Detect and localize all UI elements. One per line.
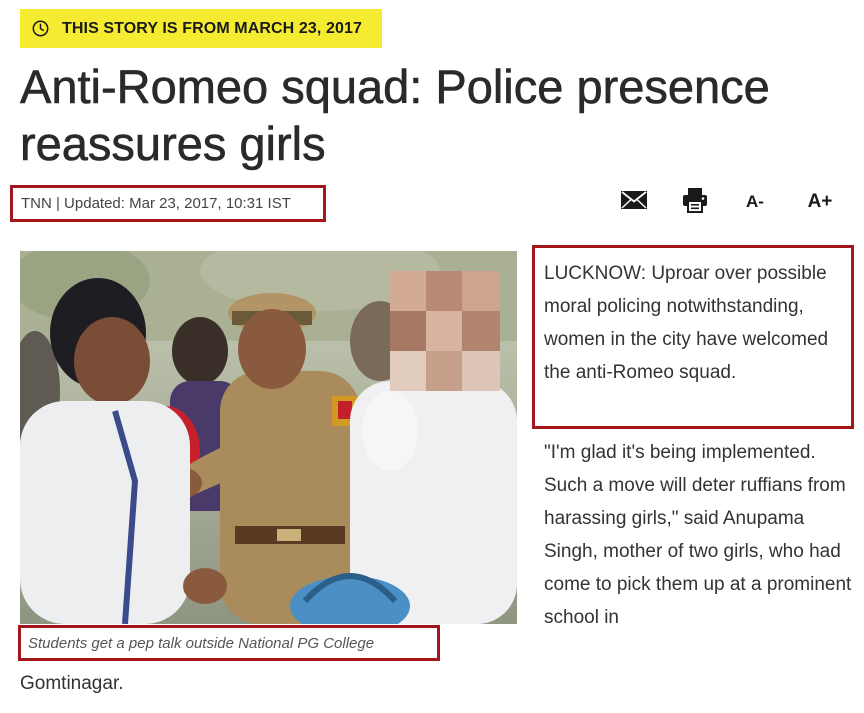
article-body-paragraph: "I'm glad it's being implemented. Such a… (544, 442, 852, 628)
story-date-text: THIS STORY IS FROM MARCH 23, 2017 (62, 19, 362, 37)
article-byline: TNN | Updated: Mar 23, 2017, 10:31 IST (10, 185, 326, 222)
article-toolbar: A- A+ (610, 186, 850, 218)
email-icon (621, 190, 647, 214)
printer-icon (682, 187, 708, 218)
article-lead-paragraph: LUCKNOW: Uproar over possible moral poli… (532, 245, 854, 429)
photo-caption: Students get a pep talk outside National… (18, 625, 440, 661)
article-headline: Anti-Romeo squad: Police presence reassu… (20, 60, 770, 171)
print-button[interactable] (680, 186, 710, 218)
clock-icon (32, 20, 49, 37)
font-decrease-button[interactable]: A- (740, 186, 770, 218)
body-continued-text: Gomtinagar. (20, 673, 124, 694)
font-increase-button[interactable]: A+ (805, 186, 835, 218)
email-share-button[interactable] (618, 186, 650, 218)
article-photo (20, 251, 517, 624)
story-date-banner: THIS STORY IS FROM MARCH 23, 2017 (20, 9, 382, 48)
